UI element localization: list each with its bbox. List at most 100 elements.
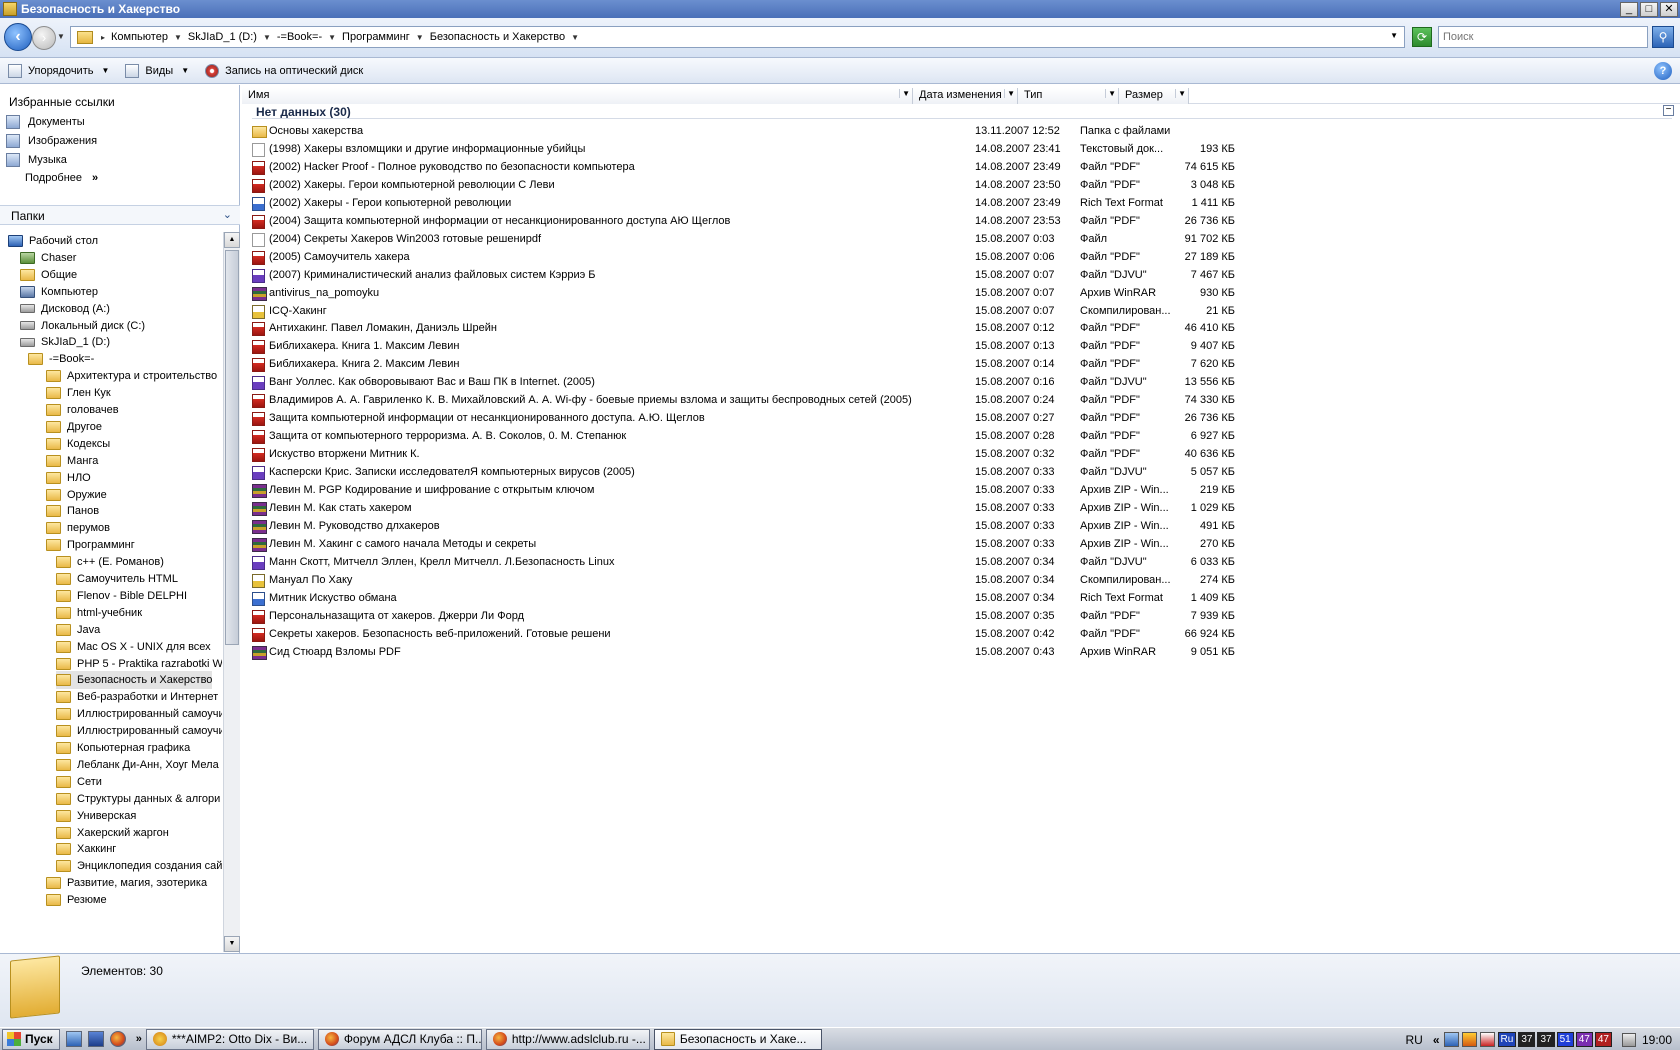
file-row[interactable]: (2005) Самоучитель хакера 15.08.2007 0:06…: [242, 249, 1242, 267]
volume-icon[interactable]: [1621, 1032, 1636, 1047]
file-row[interactable]: (2002) Хакеры - Герои копьютерной револю…: [242, 195, 1242, 213]
tree-item[interactable]: Кодексы: [46, 435, 110, 453]
tree-item[interactable]: PHP 5 - Praktika razrabotki We: [56, 655, 222, 673]
column-filter-dropdown-icon[interactable]: ▼: [1004, 89, 1015, 98]
tree-item[interactable]: Другое: [46, 418, 102, 436]
file-row[interactable]: Владимиров А. А. Гавриленко К. В. Михайл…: [242, 392, 1242, 410]
file-row[interactable]: Антихакинг. Павел Ломакин, Даниэль Шрейн…: [242, 320, 1242, 338]
file-row[interactable]: Ванг Уоллес. Как обворовывают Вас и Ваш …: [242, 374, 1242, 392]
keyboard-layout-indicator[interactable]: Ru: [1497, 1032, 1517, 1047]
favorites-more-link[interactable]: Подробнее »: [25, 172, 98, 184]
taskbar-button[interactable]: Безопасность и Хаке...: [653, 1028, 822, 1050]
start-button[interactable]: Пуск: [2, 1028, 60, 1050]
tree-item[interactable]: SkJIaD_1 (D:): [20, 333, 110, 351]
clock[interactable]: 19:00: [1642, 1033, 1672, 1047]
column-header-type[interactable]: Тип ▼: [1018, 88, 1119, 104]
breadcrumb-arrow-icon[interactable]: ▼: [416, 33, 424, 42]
scroll-down-arrow-icon[interactable]: ▼: [224, 936, 240, 952]
file-row[interactable]: Митник Искуство обмана 15.08.2007 0:34 Ric…: [242, 590, 1242, 608]
tray-monitor-badge[interactable]: 37: [1518, 1032, 1536, 1047]
recent-pages-chevron-icon[interactable]: ▼: [57, 32, 65, 41]
firefox-icon[interactable]: [109, 1031, 126, 1047]
tree-item[interactable]: Иллюстрированный самоучи: [56, 705, 222, 723]
show-hidden-icons-icon[interactable]: «: [1433, 1033, 1440, 1047]
file-row[interactable]: ICQ-Хакинг 15.08.2007 0:07 Скомпилирован..…: [242, 303, 1242, 321]
tree-item[interactable]: головачев: [46, 401, 119, 419]
minimize-button[interactable]: _: [1620, 1, 1638, 17]
file-row[interactable]: (2002) Хакеры. Герои компьютерной револю…: [242, 177, 1242, 195]
refresh-button[interactable]: ⟳: [1412, 27, 1432, 47]
file-row[interactable]: antivirus_na_pomoyku 15.08.2007 0:07 Архив…: [242, 285, 1242, 303]
tree-item[interactable]: Архитектура и строительство: [46, 367, 217, 385]
favorite-music[interactable]: Музыка: [6, 153, 67, 167]
tree-item[interactable]: Энциклопедия создания сай: [56, 857, 222, 875]
file-row[interactable]: Мануал По Хаку 15.08.2007 0:34 Скомпилиров…: [242, 572, 1242, 590]
breadcrumb-arrow-icon[interactable]: ▼: [571, 33, 579, 42]
breadcrumb-item[interactable]: Программинг: [342, 31, 410, 43]
search-input[interactable]: [1438, 26, 1648, 48]
tree-item[interactable]: Структуры данных & алгори: [56, 790, 220, 808]
tree-item[interactable]: Дисковод (A:): [20, 300, 110, 318]
maximize-button[interactable]: □: [1640, 1, 1658, 17]
taskbar-button[interactable]: ***AIMP2: Otto Dix - Ви...: [145, 1028, 314, 1050]
column-header-name[interactable]: Имя ▼: [242, 88, 913, 104]
file-row[interactable]: (1998) Хакеры взломщики и другие информа…: [242, 141, 1242, 159]
tray-monitor-badge[interactable]: 37: [1537, 1032, 1555, 1047]
back-button[interactable]: ‹: [4, 23, 32, 51]
tree-item[interactable]: Копьютерная графика: [56, 739, 190, 757]
tree-item[interactable]: Общие: [20, 266, 77, 284]
scroll-up-arrow-icon[interactable]: ▲: [224, 232, 240, 248]
file-row[interactable]: Искуство вторжени Митник К. 15.08.2007 0:…: [242, 446, 1242, 464]
show-desktop-icon[interactable]: [65, 1031, 82, 1047]
tree-item[interactable]: Панов: [46, 502, 99, 520]
column-filter-dropdown-icon[interactable]: ▼: [899, 89, 910, 98]
tray-monitor-badge[interactable]: 47: [1594, 1032, 1612, 1047]
burn-button[interactable]: Запись на оптический диск: [197, 60, 371, 82]
tree-item[interactable]: Глен Кук: [46, 384, 111, 402]
file-row[interactable]: (2004) Защита компьютерной информации от…: [242, 213, 1242, 231]
search-button[interactable]: ⚲: [1652, 26, 1674, 48]
file-row[interactable]: Библихакера. Книга 1. Максим Левин 15.08.…: [242, 338, 1242, 356]
tree-item[interactable]: Java: [56, 621, 100, 639]
file-row[interactable]: Левин М. Хакинг с самого начала Методы и…: [242, 536, 1242, 554]
file-row[interactable]: Персональназащита от хакеров. Джерри Ли …: [242, 608, 1242, 626]
tray-monitor-badge[interactable]: 51: [1556, 1032, 1574, 1047]
network-icon[interactable]: [1443, 1032, 1459, 1047]
collapse-group-icon[interactable]: −: [1663, 105, 1674, 116]
tree-item[interactable]: Компьютер: [20, 283, 98, 301]
tree-item[interactable]: Манга: [46, 452, 98, 470]
tree-item[interactable]: Сети: [56, 773, 102, 791]
column-filter-dropdown-icon[interactable]: ▼: [1175, 89, 1186, 98]
tree-item[interactable]: Локальный диск (C:): [20, 317, 145, 335]
file-row[interactable]: (2004) Секреты Хакеров Win2003 готовые р…: [242, 231, 1242, 249]
breadcrumb-arrow-icon[interactable]: ▸: [101, 33, 105, 42]
tree-item[interactable]: Рабочий стол: [8, 232, 98, 250]
file-row[interactable]: Библихакера. Книга 2. Максим Левин 15.08.…: [242, 356, 1242, 374]
file-row[interactable]: Касперски Крис. Записки исследователЯ ко…: [242, 464, 1242, 482]
breadcrumb-item[interactable]: -=Book=-: [277, 31, 322, 43]
file-row[interactable]: Левин М. PGP Кодирование и шифрование с …: [242, 482, 1242, 500]
file-row[interactable]: (2002) Hacker Proof - Полное руководство…: [242, 159, 1242, 177]
tree-item[interactable]: Самоучитель HTML: [56, 570, 178, 588]
tree-item[interactable]: Иллюстрированный самоучи: [56, 722, 222, 740]
close-button[interactable]: ✕: [1660, 1, 1678, 17]
tree-item[interactable]: Оружие: [46, 486, 107, 504]
tree-item[interactable]: НЛО: [46, 469, 91, 487]
antivirus-icon[interactable]: [1479, 1032, 1495, 1047]
language-indicator[interactable]: RU: [1406, 1033, 1423, 1047]
tree-item[interactable]: Веб-разработки и Интернет: [56, 688, 218, 706]
tree-item[interactable]: Резюме: [46, 891, 107, 909]
taskbar-button[interactable]: http://www.adslclub.ru -...: [485, 1028, 650, 1050]
tree-item[interactable]: Безопасность и Хакерство: [56, 671, 213, 690]
tree-item[interactable]: Лебланк Ди-Анн, Хоуг Мела: [56, 756, 219, 774]
breadcrumb-arrow-icon[interactable]: ▼: [263, 33, 271, 42]
tray-monitor-badge[interactable]: 47: [1575, 1032, 1593, 1047]
tree-item[interactable]: Хаккинг: [56, 840, 116, 858]
tree-item[interactable]: Программинг: [46, 536, 135, 554]
file-row[interactable]: (2007) Криминалистический анализ файловы…: [242, 267, 1242, 285]
tree-item[interactable]: Mac OS X - UNIX для всех: [56, 638, 211, 656]
breadcrumb-item[interactable]: Компьютер: [111, 31, 168, 43]
file-row[interactable]: Основы хакерства 13.11.2007 12:52 Папка с …: [242, 123, 1242, 141]
favorite-documents[interactable]: Документы: [6, 115, 85, 129]
column-header-size[interactable]: Размер ▼: [1119, 88, 1189, 104]
